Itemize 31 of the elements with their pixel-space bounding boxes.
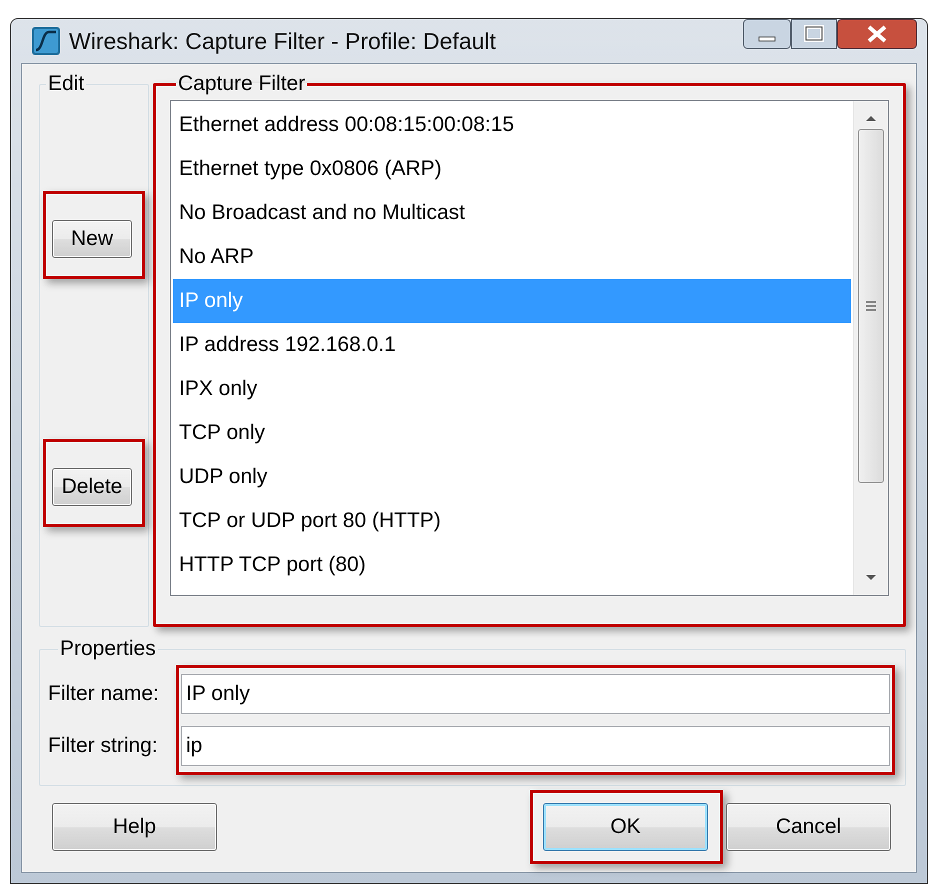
group-label: Properties [59,637,157,661]
help-button[interactable]: Help [52,803,217,851]
minimize-button[interactable] [743,19,791,49]
group-label: Edit [47,72,86,96]
cancel-button[interactable]: Cancel [726,803,891,851]
scroll-up-icon[interactable] [864,113,878,123]
list-item[interactable]: UDP only [173,455,851,499]
list-item[interactable]: No Broadcast and no Multicast [173,191,851,235]
list-item[interactable]: TCP or UDP port 80 (HTTP) [173,499,851,543]
input-field[interactable]: IP only [181,674,890,714]
ok-button[interactable]: OK [543,803,708,851]
app-icon [31,26,61,56]
close-button[interactable] [837,19,917,49]
list-item[interactable]: HTTP TCP port (80) [173,543,851,587]
list-item[interactable]: IPX only [173,367,851,411]
input-field[interactable]: ip [181,726,890,766]
window-title: Wireshark: Capture Filter - Profile: Default [69,28,496,54]
field-label: Filter string: [48,734,159,758]
list-item[interactable]: TCP only [173,411,851,455]
field-label: Filter name: [48,682,160,706]
list-item[interactable]: Ethernet address 00:08:15:00:08:15 [173,103,851,147]
scrollbar[interactable] [853,101,888,595]
list-item[interactable]: IP address 192.168.0.1 [173,323,851,367]
list-item[interactable]: No ARP [173,235,851,279]
delete-button[interactable]: Delete [52,468,132,506]
new-button[interactable]: New [52,220,132,258]
scroll-down-icon[interactable] [864,573,878,583]
grip-icon [865,301,877,311]
group-label: Capture Filter [177,72,306,96]
maximize-button[interactable] [791,19,837,49]
list-item[interactable]: Ethernet type 0x0806 (ARP) [173,147,851,191]
